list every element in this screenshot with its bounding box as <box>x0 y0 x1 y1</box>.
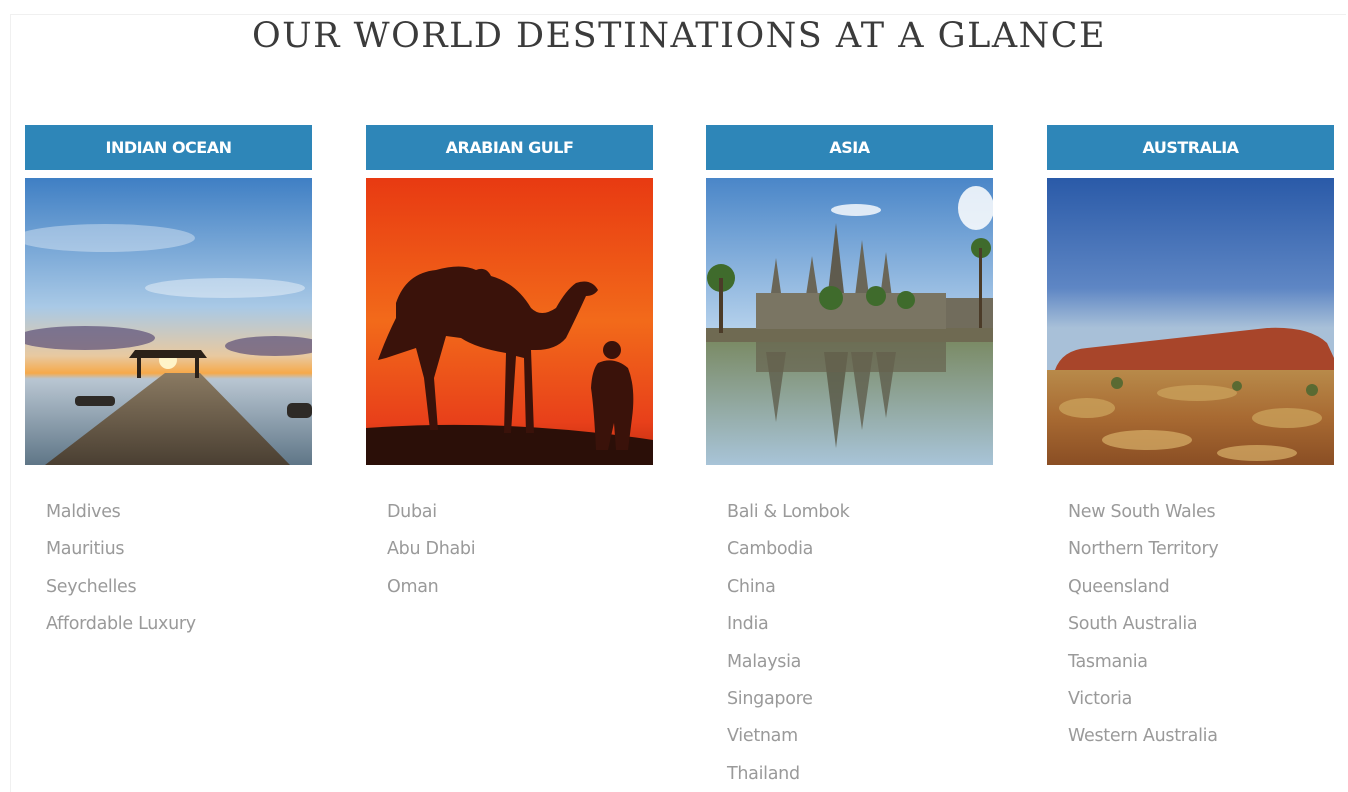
destination-link[interactable]: Dubai <box>387 500 475 537</box>
indian-ocean-image[interactable] <box>25 178 312 465</box>
region-column-australia: AUSTRALIA New South Wales Northern Terri… <box>1047 125 1334 746</box>
destination-link[interactable]: South Australia <box>1068 612 1218 649</box>
arabian-gulf-image[interactable] <box>366 178 653 465</box>
destination-link[interactable]: China <box>727 575 849 612</box>
destination-link[interactable]: Tasmania <box>1068 650 1218 687</box>
destination-link[interactable]: Oman <box>387 575 475 612</box>
region-column-indian-ocean: INDIAN OCEAN Maldives Mauritius Seychell… <box>25 125 312 634</box>
region-header-arabian-gulf[interactable]: ARABIAN GULF <box>366 125 653 170</box>
destination-link[interactable]: Abu Dhabi <box>387 537 476 574</box>
region-header-asia[interactable]: ASIA <box>706 125 993 170</box>
destination-link[interactable]: Singapore <box>727 687 849 724</box>
region-column-asia: ASIA Bali & Lombok Cambodia China India … <box>706 125 993 784</box>
destination-link[interactable]: Thailand <box>727 762 849 792</box>
destination-list-arabian-gulf: Dubai Abu Dhabi Oman <box>387 500 476 612</box>
asia-image[interactable] <box>706 178 993 465</box>
region-header-australia[interactable]: AUSTRALIA <box>1047 125 1334 170</box>
destination-link[interactable]: Cambodia <box>727 537 849 574</box>
destination-link[interactable]: Affordable Luxury <box>46 612 196 649</box>
destination-list-indian-ocean: Maldives Mauritius Seychelles Affordable… <box>46 500 196 650</box>
destination-link[interactable]: Maldives <box>46 500 196 537</box>
australia-image[interactable] <box>1047 178 1334 465</box>
destination-list-asia: Bali & Lombok Cambodia China India Malay… <box>727 500 850 792</box>
destination-link[interactable]: Malaysia <box>727 650 849 687</box>
destination-link[interactable]: Vietnam <box>727 724 849 761</box>
region-header-indian-ocean[interactable]: INDIAN OCEAN <box>25 125 312 170</box>
destination-link[interactable]: Victoria <box>1068 687 1218 724</box>
destination-link[interactable]: New South Wales <box>1068 500 1218 537</box>
page-title: OUR WORLD DESTINATIONS AT A GLANCE <box>251 16 1107 56</box>
destination-link[interactable]: Seychelles <box>46 575 196 612</box>
region-column-arabian-gulf: ARABIAN GULF Dubai Abu Dhabi Oman <box>366 125 653 597</box>
destination-link[interactable]: Mauritius <box>46 537 196 574</box>
destination-link[interactable]: Bali & Lombok <box>727 500 850 537</box>
destination-link[interactable]: Western Australia <box>1068 724 1218 761</box>
destination-link[interactable]: Northern Territory <box>1068 537 1219 574</box>
destination-list-australia: New South Wales Northern Territory Queen… <box>1068 500 1219 762</box>
destination-link[interactable]: India <box>727 612 849 649</box>
destination-link[interactable]: Queensland <box>1068 575 1218 612</box>
